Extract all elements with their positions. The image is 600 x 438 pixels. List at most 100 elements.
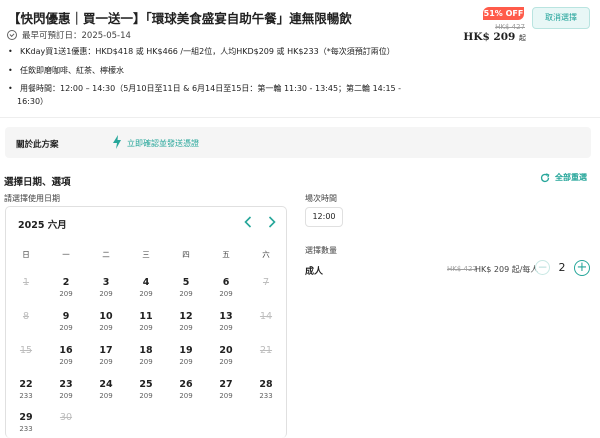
day-price: 233 [19, 392, 33, 400]
bullet-item: • 任飲即磨咖啡、紅茶、檸檬水 [8, 66, 124, 75]
reset-all-button[interactable]: 全部重選 [540, 172, 587, 183]
calendar-day: 15 [6, 345, 46, 357]
calendar-day[interactable]: 24 209 [86, 379, 126, 402]
day-number: 18 [139, 345, 153, 356]
day-number: 22 [19, 379, 33, 390]
cancel-selection-button[interactable]: 取消選擇 [532, 7, 590, 29]
calendar-day: 8 [6, 311, 46, 323]
calendar-day[interactable]: 20 209 [206, 345, 246, 368]
day-number: 24 [99, 379, 113, 390]
calendar-day[interactable]: 23 209 [46, 379, 86, 402]
lightning-icon [113, 135, 121, 149]
reset-label: 全部重選 [555, 173, 587, 182]
day-price: 209 [219, 324, 233, 332]
calendar-day[interactable]: 26 209 [166, 379, 206, 402]
day-price: 209 [219, 392, 233, 400]
quantity-label: 選擇數量 [305, 246, 337, 255]
day-price: 209 [59, 358, 73, 366]
day-price: 233 [259, 392, 273, 400]
day-number: 10 [99, 311, 113, 322]
day-number: 12 [179, 311, 193, 322]
bullet-item-cont: 16:30） [17, 97, 49, 106]
calendar-day[interactable]: 9 209 [46, 311, 86, 334]
adult-label: 成人 [305, 267, 324, 277]
day-number: 27 [219, 379, 233, 390]
price: HK$ 209 起 [463, 31, 526, 43]
day-number: 16 [59, 345, 73, 356]
adult-price: HK$ 209 起/每人 [475, 265, 539, 274]
calendar-day[interactable]: 5 209 [166, 277, 206, 300]
calendar-day[interactable]: 3 209 [86, 277, 126, 300]
day-number: 6 [222, 277, 230, 288]
day-number: 7 [262, 277, 270, 288]
calendar-day[interactable]: 13 209 [206, 311, 246, 334]
day-price: 209 [139, 392, 153, 400]
date-label: 請選擇使用日期 [4, 194, 60, 203]
day-number: 29 [19, 412, 33, 423]
calendar-day[interactable]: 11 209 [126, 311, 166, 334]
day-number: 14 [259, 311, 273, 322]
calendar-day[interactable]: 22 233 [6, 379, 46, 402]
calendar-day[interactable]: 12 209 [166, 311, 206, 334]
day-number: 20 [219, 345, 233, 356]
section-title: 選擇日期、選項 [4, 177, 71, 188]
day-price: 209 [179, 392, 193, 400]
calendar-day[interactable]: 29 233 [6, 412, 46, 435]
calendar-day: 21 [246, 345, 286, 357]
increase-quantity-button[interactable]: + [574, 260, 590, 276]
calendar-day[interactable]: 19 209 [166, 345, 206, 368]
calendar-day[interactable]: 17 209 [86, 345, 126, 368]
day-number: 19 [179, 345, 193, 356]
day-number: 30 [59, 412, 73, 423]
time-option-chip[interactable]: 12:00 [305, 207, 343, 227]
day-number: 21 [259, 345, 273, 356]
quantity-value: 2 [558, 261, 566, 274]
day-price: 209 [59, 324, 73, 332]
day-price: 233 [19, 425, 33, 433]
calendar-day: 14 [246, 311, 286, 323]
day-number: 17 [99, 345, 113, 356]
booking-date-row: 最早可預訂日：2025-05-14 [7, 29, 131, 41]
day-number: 13 [219, 311, 233, 322]
weekday-header: 六 [262, 250, 270, 259]
weekday-header: 二 [102, 250, 110, 259]
calendar-day[interactable]: 28 233 [246, 379, 286, 402]
instant-confirm-link[interactable]: 立即確認並發送憑證 [127, 138, 199, 149]
calendar-day[interactable]: 2 209 [46, 277, 86, 300]
day-price: 209 [139, 290, 153, 298]
day-price: 209 [99, 392, 113, 400]
weekday-header: 日 [22, 250, 30, 259]
calendar-day[interactable]: 6 209 [206, 277, 246, 300]
bullet-item: • KKday買1送1優惠：HKD$418 或 HK$466 /一組2位，人均HK… [8, 47, 395, 56]
day-number: 23 [59, 379, 73, 390]
calendar-day[interactable]: 27 209 [206, 379, 246, 402]
day-price: 209 [219, 290, 233, 298]
weekday-header: 四 [182, 250, 190, 259]
day-price: 209 [59, 392, 73, 400]
day-price: 209 [139, 358, 153, 366]
day-number: 5 [182, 277, 190, 288]
decrease-quantity-button[interactable]: − [535, 260, 550, 275]
weekday-header: 一 [62, 250, 70, 259]
bullet-item: • 用餐時間：12:00 – 14:30（5月10日至11日 & 6月14日至15… [8, 84, 402, 93]
day-price: 209 [99, 290, 113, 298]
time-label: 場次時間 [305, 194, 337, 203]
calendar-day[interactable]: 16 209 [46, 345, 86, 368]
calendar-day[interactable]: 18 209 [126, 345, 166, 368]
day-number: 11 [139, 311, 153, 322]
day-number: 28 [259, 379, 273, 390]
adult-original-price: HK$ 427 [447, 265, 477, 273]
next-month-button[interactable] [262, 212, 282, 232]
day-number: 1 [22, 277, 30, 288]
prev-month-button[interactable] [238, 212, 258, 232]
about-plan-title: 關於此方案 [16, 140, 59, 150]
calendar-day[interactable]: 25 209 [126, 379, 166, 402]
calendar-day[interactable]: 4 209 [126, 277, 166, 300]
day-price: 209 [99, 358, 113, 366]
refresh-icon [540, 172, 550, 182]
day-number: 4 [142, 277, 150, 288]
calendar-day[interactable]: 10 209 [86, 311, 126, 334]
day-price: 209 [59, 290, 73, 298]
day-number: 26 [179, 379, 193, 390]
calendar-day: 30 [46, 412, 86, 424]
